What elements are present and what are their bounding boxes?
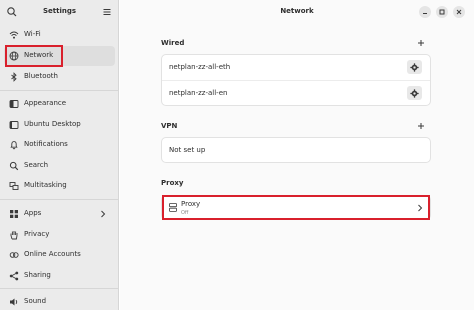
- sidebar-item-notifications[interactable]: Notifications: [4, 135, 115, 155]
- vpn-row: Not set up: [162, 138, 430, 162]
- sidebar-divider: [0, 199, 119, 200]
- sidebar-item-online-accounts[interactable]: Online Accounts: [4, 245, 115, 265]
- sidebar-divider: [0, 288, 119, 289]
- sidebar-item-label: Privacy: [24, 230, 50, 238]
- sidebar-item-sharing[interactable]: Sharing: [4, 266, 115, 286]
- maximize-button[interactable]: [436, 6, 448, 18]
- wired-section-title: Wired: [161, 39, 185, 47]
- sidebar-item-label: Search: [24, 161, 49, 169]
- vpn-card: Not set up: [161, 137, 431, 163]
- minimize-button[interactable]: [419, 6, 431, 18]
- sidebar-item-search[interactable]: Search: [4, 156, 115, 176]
- sidebar-item-label: Multitasking: [24, 181, 67, 189]
- close-icon: [456, 9, 462, 15]
- maximize-icon: [439, 9, 445, 15]
- chevron-right-icon: [99, 209, 107, 219]
- close-button[interactable]: [453, 6, 465, 18]
- sidebar-item-wifi[interactable]: Wi-Fi: [4, 25, 115, 45]
- sidebar-item-privacy[interactable]: Privacy: [4, 225, 115, 245]
- speaker-icon: [9, 297, 19, 307]
- sidebar-item-label: Bluetooth: [24, 72, 58, 80]
- sidebar-header: Settings: [0, 0, 119, 24]
- wired-card: netplan-zz-all-eth netplan-zz-all-en: [161, 54, 431, 106]
- ubuntu-desktop-icon: [9, 120, 19, 130]
- sidebar-item-label: Ubuntu Desktop: [24, 120, 81, 128]
- connection-settings-button[interactable]: [407, 60, 422, 74]
- sidebar-divider: [0, 90, 119, 91]
- sidebar-item-label: Notifications: [24, 140, 68, 148]
- sidebar-item-label: Apps: [24, 209, 42, 217]
- proxy-highlight-box: [162, 195, 430, 220]
- minimize-icon: [423, 13, 427, 14]
- sidebar-item-bluetooth[interactable]: Bluetooth: [4, 67, 115, 87]
- sidebar-item-label: Online Accounts: [24, 250, 81, 258]
- connection-name: netplan-zz-all-en: [169, 89, 228, 97]
- plus-icon: [418, 40, 424, 46]
- bell-icon: [9, 140, 19, 150]
- wired-connection-row[interactable]: netplan-zz-all-en: [162, 81, 430, 105]
- sidebar-item-appearance[interactable]: Appearance: [4, 94, 115, 114]
- multitasking-icon: [9, 181, 19, 191]
- wifi-icon: [9, 30, 19, 40]
- appearance-icon: [9, 99, 19, 109]
- apps-icon: [9, 209, 19, 219]
- settings-window: Settings Wi-Fi Network Bluetooth Appeara…: [0, 0, 474, 310]
- share-icon: [9, 271, 19, 281]
- network-highlight-box: [5, 45, 63, 67]
- sidebar-item-ubuntu-desktop[interactable]: Ubuntu Desktop: [4, 115, 115, 135]
- sidebar-item-apps[interactable]: Apps: [4, 204, 115, 224]
- online-accounts-icon: [9, 250, 19, 260]
- wired-connection-row[interactable]: netplan-zz-all-eth: [162, 55, 430, 79]
- bluetooth-icon: [9, 72, 19, 82]
- plus-icon: [418, 123, 424, 129]
- vpn-status: Not set up: [169, 146, 206, 154]
- gear-icon: [410, 88, 419, 98]
- sidebar: Settings Wi-Fi Network Bluetooth Appeara…: [0, 0, 119, 310]
- sidebar-item-label: Sharing: [24, 271, 51, 279]
- hamburger-menu-icon[interactable]: [101, 6, 113, 18]
- sidebar-item-multitasking[interactable]: Multitasking: [4, 176, 115, 196]
- sidebar-item-label: Appearance: [24, 99, 67, 107]
- sidebar-item-label: Wi-Fi: [24, 30, 41, 38]
- proxy-section-title: Proxy: [161, 179, 184, 187]
- sidebar-item-label: Sound: [24, 297, 47, 305]
- vpn-section-title: VPN: [161, 122, 178, 130]
- gear-icon: [410, 62, 419, 72]
- sidebar-item-sound[interactable]: Sound: [4, 292, 115, 310]
- hand-icon: [9, 230, 19, 240]
- main-panel: Network Wired netplan-zz-all-eth netplan…: [120, 0, 474, 310]
- add-vpn-button[interactable]: [416, 121, 426, 131]
- add-wired-button[interactable]: [416, 38, 426, 48]
- search-icon: [9, 161, 19, 171]
- connection-settings-button[interactable]: [407, 86, 422, 100]
- connection-name: netplan-zz-all-eth: [169, 63, 231, 71]
